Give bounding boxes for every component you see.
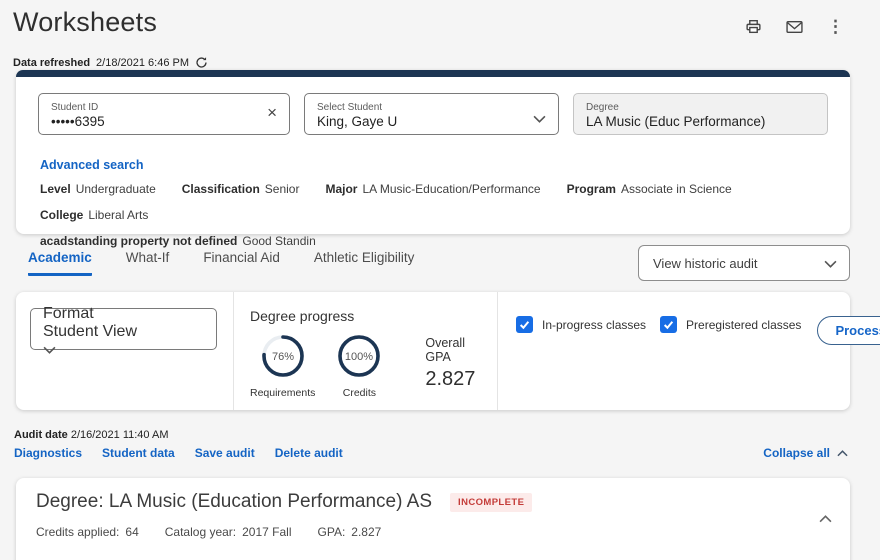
- card-accent-bar: [16, 70, 850, 77]
- select-student-label: Select Student: [317, 102, 383, 114]
- requirements-label: Requirements: [250, 387, 316, 399]
- chevron-down-icon: [533, 110, 546, 128]
- tab-athletic-eligibility[interactable]: Athletic Eligibility: [314, 250, 415, 273]
- collapse-all-button[interactable]: Collapse all: [763, 446, 848, 460]
- more-menu-icon[interactable]: ⋮: [827, 18, 844, 35]
- chevron-up-icon: [837, 446, 848, 460]
- degree-label: Degree: [586, 102, 619, 114]
- format-value: Student View: [43, 322, 137, 340]
- credits-applied: Credits applied: 64: [36, 525, 139, 539]
- degree-field: Degree LA Music (Educ Performance): [573, 93, 828, 135]
- status-badge: INCOMPLETE: [450, 492, 533, 512]
- degree-block-title: Degree: LA Music (Education Performance)…: [36, 491, 433, 512]
- info-college: College Liberal Arts: [40, 207, 149, 222]
- degree-progress-section: Degree progress 76% Requirements 100% Cr…: [234, 292, 498, 410]
- overall-gpa: Overall GPA 2.827: [425, 334, 479, 391]
- tab-what-if[interactable]: What-If: [126, 250, 170, 273]
- student-id-label: Student ID: [51, 102, 99, 114]
- info-major: Major LA Music-Education/Performance: [325, 182, 541, 196]
- student-id-value: •••••6395: [51, 114, 105, 130]
- worksheet-tabs: Academic What-If Financial Aid Athletic …: [28, 250, 414, 276]
- info-program: Program Associate in Science: [566, 182, 732, 196]
- overall-gpa-value: 2.827: [425, 368, 476, 390]
- data-refreshed-timestamp: 2/18/2021 6:46 PM: [96, 56, 190, 69]
- checkbox-checked-icon: [516, 316, 533, 333]
- svg-text:76%: 76%: [272, 351, 294, 363]
- catalog-year: Catalog year: 2017 Fall: [164, 525, 292, 539]
- in-progress-checkbox[interactable]: In-progress classes: [516, 316, 646, 333]
- page-title: Worksheets: [13, 7, 158, 37]
- info-level: Level Undergraduate: [40, 182, 156, 196]
- select-student-value: King, Gaye U: [317, 114, 398, 130]
- audit-controls-card: Format Student View Degree progress 76% …: [16, 292, 880, 410]
- refresh-icon[interactable]: [195, 56, 208, 69]
- data-refreshed: Data refreshed 2/18/2021 6:46 PM: [13, 56, 208, 69]
- worksheets-page: Worksheets ⋮ Data refreshed 2/18/2021 6:…: [0, 0, 880, 560]
- audit-links: Diagnostics Student data Save audit Dele…: [14, 446, 343, 460]
- credits-label: Credits: [342, 387, 376, 399]
- audit-date: Audit date 2/16/2021 11:40 AM: [14, 429, 169, 441]
- process-button[interactable]: Process: [817, 316, 880, 345]
- degree-progress-title: Degree progress: [250, 308, 355, 324]
- process-section: In-progress classes Preregistered classe…: [498, 292, 880, 410]
- header-actions: ⋮: [745, 18, 844, 35]
- degree-gpa: GPA: 2.827: [317, 525, 382, 539]
- historic-audit-value: View historic audit: [653, 255, 758, 271]
- clear-icon[interactable]: ×: [267, 104, 277, 121]
- collapse-section-icon[interactable]: [819, 510, 832, 528]
- degree-stats: Credits applied: 64 Catalog year: 2017 Fal…: [16, 513, 850, 539]
- advanced-search-link[interactable]: Advanced search: [40, 158, 144, 172]
- diagnostics-link[interactable]: Diagnostics: [14, 446, 82, 460]
- credits-ring: 100% Credits: [337, 334, 381, 399]
- save-audit-link[interactable]: Save audit: [195, 446, 255, 460]
- tab-financial-aid[interactable]: Financial Aid: [203, 250, 280, 273]
- select-student-dropdown[interactable]: Select Student King, Gaye U: [304, 93, 559, 135]
- format-section: Format Student View: [16, 292, 234, 410]
- view-historic-audit-dropdown[interactable]: View historic audit: [638, 245, 850, 281]
- info-classification: Classification Senior: [181, 182, 300, 196]
- svg-text:100%: 100%: [345, 351, 373, 363]
- chevron-down-icon: [824, 256, 837, 271]
- student-data-link[interactable]: Student data: [102, 446, 175, 460]
- chevron-down-icon: [43, 341, 206, 359]
- student-id-field[interactable]: Student ID •••••6395 ×: [38, 93, 290, 135]
- overall-gpa-label: Overall GPA: [425, 336, 465, 364]
- requirements-ring: 76% Requirements: [250, 334, 315, 399]
- checkbox-checked-icon: [660, 316, 678, 333]
- degree-value: LA Music (Educ Performance): [586, 114, 766, 130]
- format-label: Format: [43, 304, 94, 322]
- student-search-card: Student ID •••••6395 × Select Student Ki…: [16, 70, 850, 248]
- print-icon[interactable]: [745, 18, 762, 35]
- degree-block-card: Degree: LA Music (Education Performance)…: [16, 478, 850, 560]
- format-dropdown[interactable]: Format Student View: [30, 304, 217, 354]
- delete-audit-link[interactable]: Delete audit: [275, 446, 343, 460]
- info-acadstanding: acadstanding property not defined Good St…: [40, 234, 316, 249]
- preregistered-checkbox[interactable]: Preregistered classes: [660, 316, 801, 333]
- email-icon[interactable]: [786, 18, 803, 35]
- data-refreshed-label: Data refreshed: [13, 56, 91, 69]
- tab-academic[interactable]: Academic: [28, 250, 92, 276]
